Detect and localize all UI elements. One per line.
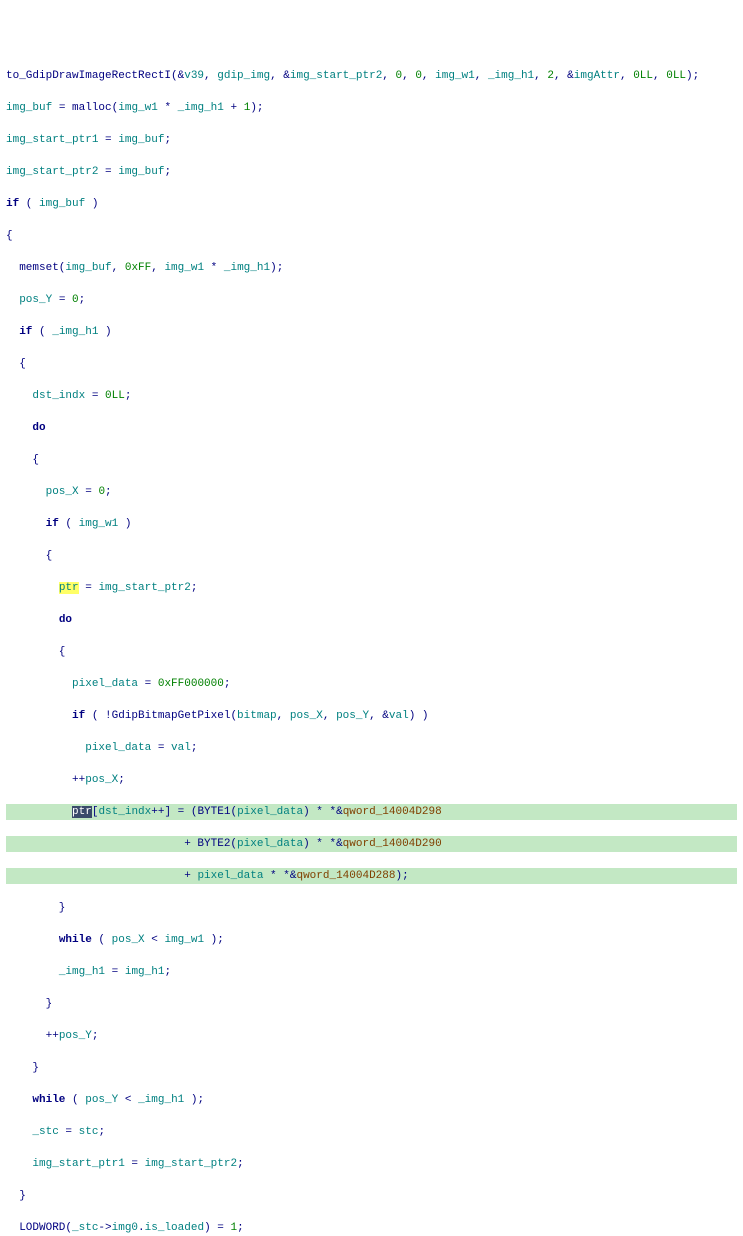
code-line: ptr = img_start_ptr2; — [6, 580, 737, 596]
code-line: memset(img_buf, 0xFF, img_w1 * _img_h1); — [6, 260, 737, 276]
code-line: dst_indx = 0LL; — [6, 388, 737, 404]
code-line: if ( img_buf ) — [6, 196, 737, 212]
code-line: pos_X = 0; — [6, 484, 737, 500]
code-line: { — [6, 356, 737, 372]
highlight-token: ptr — [59, 582, 79, 594]
code-line: { — [6, 548, 737, 564]
code-line: pixel_data = 0xFF000000; — [6, 676, 737, 692]
code-line: _stc = stc; — [6, 1124, 737, 1140]
code-line: ++pos_Y; — [6, 1028, 737, 1044]
code-line: if ( _img_h1 ) — [6, 324, 737, 340]
code-line: if ( img_w1 ) — [6, 516, 737, 532]
code-line: } — [6, 1188, 737, 1204]
code-line: LODWORD(_stc->img0.is_loaded) = 1; — [6, 1220, 737, 1236]
code-line-highlight: + pixel_data * *&qword_14004D288); — [6, 868, 737, 884]
code-line: pixel_data = val; — [6, 740, 737, 756]
code-line: to_GdipDrawImageRectRectI(&v39, gdip_img… — [6, 68, 737, 84]
code-line: do — [6, 420, 737, 436]
code-line: } — [6, 1060, 737, 1076]
code-line-highlight: ptr[dst_indx++] = (BYTE1(pixel_data) * *… — [6, 804, 737, 820]
code-line: { — [6, 452, 737, 468]
code-line: while ( pos_X < img_w1 ); — [6, 932, 737, 948]
code-line: } — [6, 996, 737, 1012]
code-line: { — [6, 644, 737, 660]
code-line: ++pos_X; — [6, 772, 737, 788]
code-line: img_start_ptr2 = img_buf; — [6, 164, 737, 180]
code-line: while ( pos_Y < _img_h1 ); — [6, 1092, 737, 1108]
code-line: do — [6, 612, 737, 628]
code-line: if ( !GdipBitmapGetPixel(bitmap, pos_X, … — [6, 708, 737, 724]
code-line-highlight: + BYTE2(pixel_data) * *&qword_14004D290 — [6, 836, 737, 852]
code-line: img_start_ptr1 = img_start_ptr2; — [6, 1156, 737, 1172]
code-line: pos_Y = 0; — [6, 292, 737, 308]
code-line: { — [6, 228, 737, 244]
code-line: img_buf = malloc(img_w1 * _img_h1 + 1); — [6, 100, 737, 116]
code-line: img_start_ptr1 = img_buf; — [6, 132, 737, 148]
code-line: } — [6, 900, 737, 916]
cursor-token: ptr — [72, 806, 92, 818]
code-line: _img_h1 = img_h1; — [6, 964, 737, 980]
